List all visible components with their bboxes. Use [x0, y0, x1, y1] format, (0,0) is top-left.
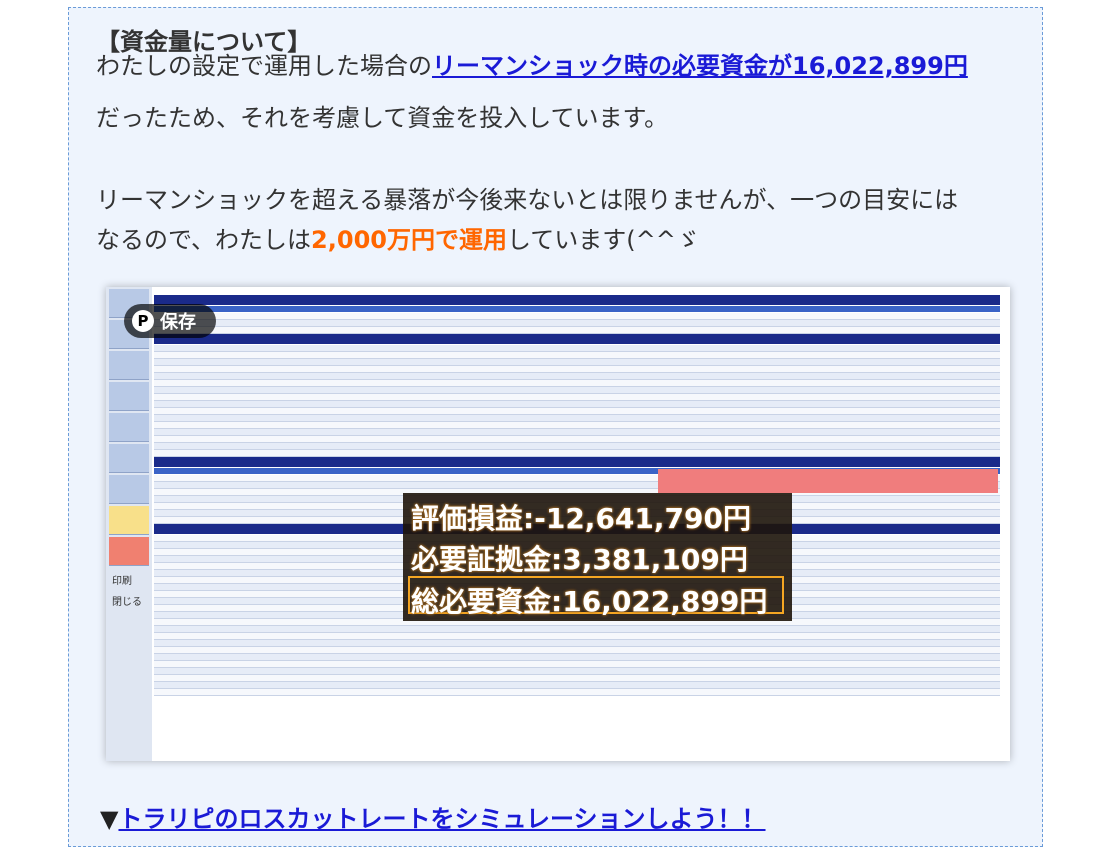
table-header	[154, 334, 1000, 344]
table-row	[154, 626, 1000, 633]
triangle-marker: ▼	[100, 805, 119, 833]
table-row	[154, 654, 1000, 661]
losscut-simulation-link[interactable]: トラリピのロスカットレートをシミュレーションしよう！！	[118, 805, 765, 833]
table-header	[154, 457, 1000, 467]
table-row	[154, 436, 1000, 443]
table-row	[154, 443, 1000, 450]
table-row	[154, 640, 1000, 647]
table-row	[154, 352, 1000, 359]
table-row	[154, 633, 1000, 640]
table-row	[154, 668, 1000, 675]
table-row	[154, 401, 1000, 408]
simulation-screenshot: 印刷 閉じる P 保存 評価損益:-12,641,790円 必要証拠金:3,38…	[106, 287, 1010, 761]
table-row	[154, 366, 1000, 373]
pinterest-save-button[interactable]: P 保存	[124, 304, 216, 338]
table-row	[154, 359, 1000, 366]
table-row	[154, 380, 1000, 387]
close-label: 閉じる	[112, 597, 142, 608]
total-required-funds-line: 総必要資金:16,022,899円	[411, 585, 768, 618]
required-margin-line: 必要証拠金:3,381,109円	[411, 543, 748, 576]
table-row	[154, 450, 1000, 457]
table-row	[154, 394, 1000, 401]
paragraph-2-line-2: なるので、わたしは2,000万円で運用しています(^^ゞ	[96, 220, 700, 260]
save-label: 保存	[160, 312, 196, 333]
valuation-pl-line: 評価損益:-12,641,790円	[411, 502, 751, 535]
table-row	[154, 689, 1000, 696]
operating-amount-highlight: 2,000万円で運用	[311, 226, 507, 254]
table-row	[154, 373, 1000, 380]
table-row	[154, 408, 1000, 415]
sidebar-item	[109, 413, 149, 442]
sidebar-item-alert	[109, 537, 149, 566]
paragraph-1-line-2: だったため、それを考慮して資金を投入しています。	[96, 104, 669, 132]
table-header	[154, 295, 1000, 305]
pinterest-icon: P	[132, 310, 154, 332]
table-row	[154, 682, 1000, 689]
table-row	[154, 345, 1000, 352]
result-overlay: 評価損益:-12,641,790円 必要証拠金:3,381,109円 総必要資金…	[403, 493, 792, 621]
table-band	[154, 306, 1000, 312]
paragraph-2-line-1: リーマンショックを超える暴落が今後来ないとは限りませんが、一つの目安には	[96, 186, 959, 214]
paragraph-1-text: わたしの設定で運用した場合の	[96, 52, 432, 80]
losscut-simulation-link-row: ▼トラリピのロスカットレートをシミュレーションしよう！！	[100, 799, 766, 834]
sidebar-item	[109, 351, 149, 380]
sidebar-item	[109, 382, 149, 411]
table-row	[154, 320, 1000, 327]
table-row	[154, 429, 1000, 436]
simulation-sidebar: 印刷 閉じる	[106, 287, 152, 761]
sidebar-item	[109, 475, 149, 504]
warning-box	[658, 469, 998, 493]
table-row	[154, 327, 1000, 334]
table-row	[154, 647, 1000, 654]
table-row	[154, 675, 1000, 682]
paragraph-1-line-1: わたしの設定で運用した場合のリーマンショック時の必要資金が16,022,899円	[96, 46, 968, 86]
sidebar-item	[109, 444, 149, 473]
print-label: 印刷	[112, 576, 132, 587]
table-row	[154, 415, 1000, 422]
table-row	[154, 422, 1000, 429]
sidebar-item-highlight	[109, 506, 149, 535]
table-row	[154, 387, 1000, 394]
table-row	[154, 661, 1000, 668]
paragraph-2-prefix: なるので、わたしは	[96, 226, 312, 254]
table-row	[154, 313, 1000, 320]
paragraph-2-suffix: しています(^^ゞ	[506, 226, 700, 254]
lehman-funds-link[interactable]: リーマンショック時の必要資金が16,022,899円	[432, 52, 968, 80]
